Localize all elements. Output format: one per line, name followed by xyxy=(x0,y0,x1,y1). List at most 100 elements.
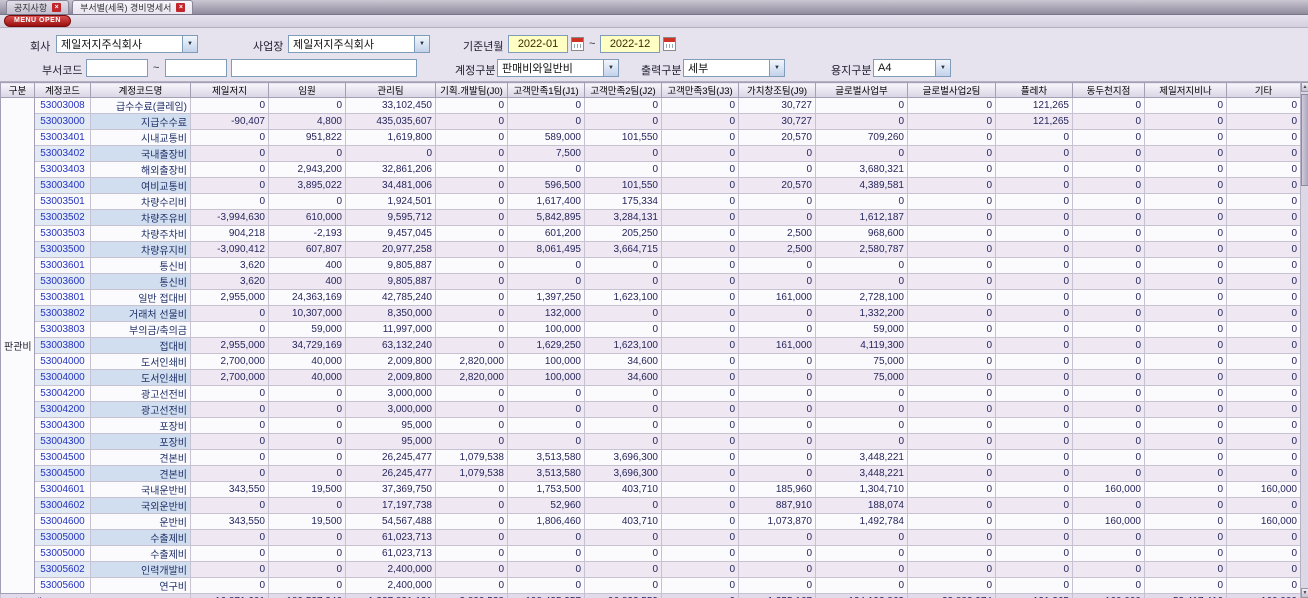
amount-cell[interactable]: 343,550 xyxy=(190,513,269,530)
amount-cell[interactable]: 0 xyxy=(738,209,816,226)
amount-cell[interactable]: 0 xyxy=(661,289,739,306)
amount-cell[interactable]: 0 xyxy=(435,241,508,258)
table-row[interactable]: 53003403 해외출장비 0 2,943,200 32,861,206 0 0 0 0 0 3,… xyxy=(1,161,1301,178)
scroll-down-icon[interactable]: ▼ xyxy=(1301,588,1308,598)
amount-cell[interactable]: 1,623,100 xyxy=(584,337,662,354)
amount-cell[interactable]: 8,061,495 xyxy=(507,241,585,258)
amount-cell[interactable]: -3,090,412 xyxy=(190,241,269,258)
account-name-cell[interactable]: 급수수료(클레임) xyxy=(90,97,191,114)
amount-cell[interactable]: 0 xyxy=(190,161,269,178)
table-row[interactable]: 53004602 국외운반비 0 0 17,197,738 0 52,960 0 0 887,91… xyxy=(1,497,1301,514)
calendar-icon[interactable] xyxy=(571,37,584,51)
account-code-cell[interactable]: 53003400 xyxy=(34,177,91,194)
amount-cell[interactable]: 0 xyxy=(1144,433,1227,450)
amount-cell[interactable]: 2,728,100 xyxy=(815,289,908,306)
amount-cell[interactable]: 17,197,738 xyxy=(345,497,436,514)
amount-cell[interactable]: 0 xyxy=(268,97,346,114)
amount-cell[interactable]: 0 xyxy=(584,385,662,402)
amount-cell[interactable]: 0 xyxy=(1144,449,1227,466)
account-name-cell[interactable]: 광고선전비 xyxy=(90,385,191,402)
amount-cell[interactable]: 188,074 xyxy=(815,497,908,514)
amount-cell[interactable]: 95,000 xyxy=(345,417,436,434)
amount-cell[interactable]: 161,000 xyxy=(738,337,816,354)
amount-cell[interactable]: 0 xyxy=(995,305,1073,322)
table-row[interactable]: 53003503 차량주차비 904,218 -2,193 9,457,045 0 601,… xyxy=(1,225,1301,242)
amount-cell[interactable]: 0 xyxy=(584,401,662,418)
amount-cell[interactable]: 0 xyxy=(1226,529,1301,546)
amount-cell[interactable]: 0 xyxy=(584,113,662,130)
amount-cell[interactable]: 0 xyxy=(584,561,662,578)
amount-cell[interactable]: 0 xyxy=(1226,113,1301,130)
amount-cell[interactable]: 0 xyxy=(584,305,662,322)
amount-cell[interactable]: 0 xyxy=(995,177,1073,194)
amount-cell[interactable]: 34,729,169 xyxy=(268,337,346,354)
amount-cell[interactable]: 0 xyxy=(190,545,269,562)
amount-cell[interactable]: 435,035,607 xyxy=(345,113,436,130)
amount-cell[interactable]: 160,000 xyxy=(1226,513,1301,530)
amount-cell[interactable]: 0 xyxy=(907,465,996,482)
account-code-cell[interactable]: 53005600 xyxy=(34,577,91,594)
amount-cell[interactable]: 0 xyxy=(738,161,816,178)
amount-cell[interactable]: 0 xyxy=(995,353,1073,370)
amount-cell[interactable]: 0 xyxy=(1144,273,1227,290)
amount-cell[interactable]: 0 xyxy=(907,177,996,194)
amount-cell[interactable]: 59,000 xyxy=(815,321,908,338)
amount-cell[interactable]: 0 xyxy=(1144,385,1227,402)
amount-cell[interactable]: 0 xyxy=(907,161,996,178)
amount-cell[interactable]: -2,193 xyxy=(268,225,346,242)
amount-cell[interactable]: 0 xyxy=(435,145,508,162)
account-name-cell[interactable]: 통신비 xyxy=(90,257,191,274)
amount-cell[interactable]: 0 xyxy=(1144,401,1227,418)
amount-cell[interactable]: 7,500 xyxy=(507,145,585,162)
amount-cell[interactable]: 0 xyxy=(1072,417,1145,434)
amount-cell[interactable]: 3,000,000 xyxy=(345,401,436,418)
table-row[interactable]: 53003500 차량유지비 -3,090,412 607,807 20,977,258… xyxy=(1,241,1301,258)
amount-cell[interactable]: 0 xyxy=(995,161,1073,178)
amount-cell[interactable]: 0 xyxy=(1226,145,1301,162)
amount-cell[interactable]: 0 xyxy=(1226,465,1301,482)
amount-cell[interactable]: 0 xyxy=(995,497,1073,514)
amount-cell[interactable]: 0 xyxy=(435,273,508,290)
amount-cell[interactable]: 4,800 xyxy=(268,113,346,130)
amount-cell[interactable]: 0 xyxy=(995,561,1073,578)
amount-cell[interactable]: 198,435,357 xyxy=(507,593,585,598)
amount-cell[interactable]: 0 xyxy=(1072,561,1145,578)
amount-cell[interactable]: 0 xyxy=(435,481,508,498)
amount-cell[interactable]: 100,000 xyxy=(507,353,585,370)
amount-cell[interactable]: 20,570 xyxy=(738,177,816,194)
amount-cell[interactable]: 0 xyxy=(435,161,508,178)
amount-cell[interactable]: 0 xyxy=(1144,177,1227,194)
amount-cell[interactable]: 0 xyxy=(738,321,816,338)
amount-cell[interactable]: 0 xyxy=(661,513,739,530)
amount-cell[interactable]: 1,617,400 xyxy=(507,193,585,210)
account-name-cell[interactable]: 운반비 xyxy=(90,513,191,530)
amount-cell[interactable]: 0 xyxy=(268,497,346,514)
amount-cell[interactable]: 0 xyxy=(1144,113,1227,130)
amount-cell[interactable]: 0 xyxy=(1144,97,1227,114)
amount-cell[interactable]: 0 xyxy=(435,321,508,338)
table-row[interactable]: 53003600 통신비 3,620 400 9,805,887 0 0 0 0 0 0 0 0 0 0 0 xyxy=(1,273,1301,290)
account-code-cell[interactable]: 53003801 xyxy=(34,289,91,306)
amount-cell[interactable]: 0 xyxy=(738,353,816,370)
amount-cell[interactable]: 0 xyxy=(907,193,996,210)
amount-cell[interactable]: 0 xyxy=(815,193,908,210)
amount-cell[interactable]: 0 xyxy=(190,433,269,450)
account-name-cell[interactable]: 일반 접대비 xyxy=(90,289,191,306)
amount-cell[interactable]: 0 xyxy=(907,241,996,258)
account-name-cell[interactable]: 견본비 xyxy=(90,449,191,466)
amount-cell[interactable]: 0 xyxy=(268,401,346,418)
amount-cell[interactable]: 19,500 xyxy=(268,513,346,530)
amount-cell[interactable]: 0 xyxy=(1226,273,1301,290)
amount-cell[interactable]: 1,073,870 xyxy=(738,513,816,530)
company-select[interactable]: 제일저지주식회사 ▼ xyxy=(56,35,198,53)
table-row[interactable]: 53003802 거래처 선물비 0 10,307,000 8,350,000 0 132,… xyxy=(1,305,1301,322)
account-code-cell[interactable]: 53004602 xyxy=(34,497,91,514)
amount-cell[interactable]: 0 xyxy=(995,401,1073,418)
amount-cell[interactable]: 23,883,974 xyxy=(907,593,996,598)
amount-cell[interactable]: 0 xyxy=(995,273,1073,290)
amount-cell[interactable]: 34,600 xyxy=(584,369,662,386)
account-name-cell[interactable]: 부의금/축의금 xyxy=(90,321,191,338)
amount-cell[interactable]: 95,000 xyxy=(345,433,436,450)
amount-cell[interactable]: 0 xyxy=(815,97,908,114)
table-row[interactable]: 53003501 차량수리비 0 0 1,924,501 0 1,617,400 175,33… xyxy=(1,193,1301,210)
